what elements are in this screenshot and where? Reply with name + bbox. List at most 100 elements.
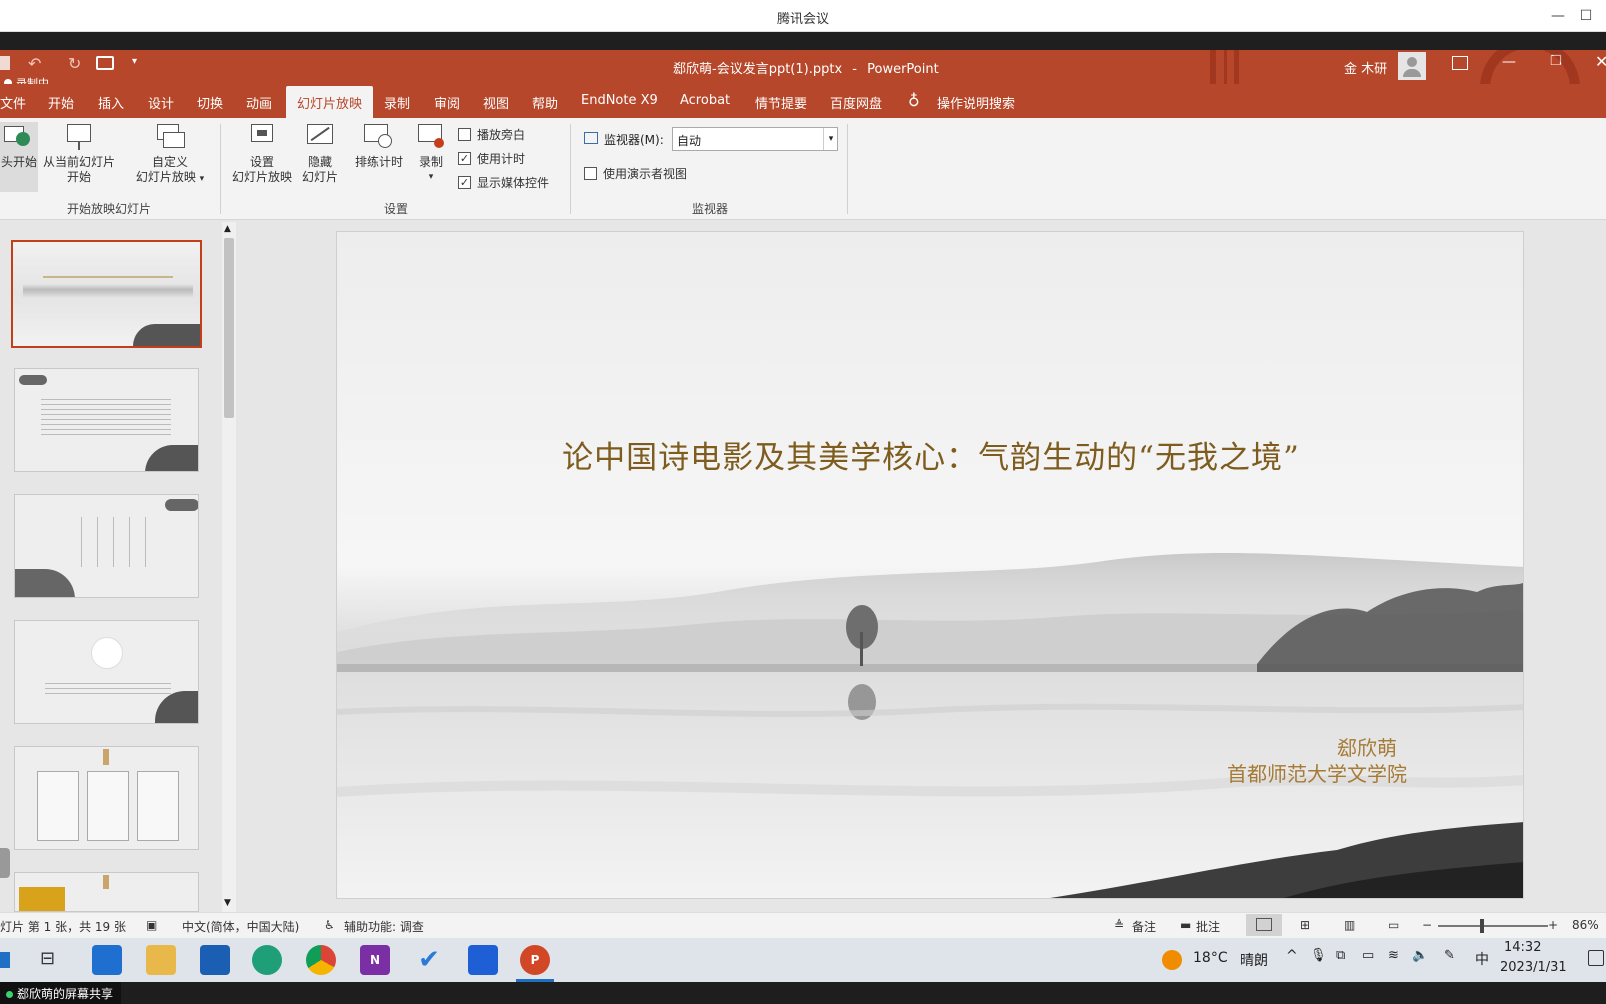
task-view-icon[interactable]: ⊟: [40, 948, 55, 969]
tab-home[interactable]: 开始: [48, 93, 74, 112]
maximize-icon[interactable]: ☐: [1576, 6, 1596, 26]
weather-temp[interactable]: 18°C: [1193, 950, 1228, 966]
clock-time[interactable]: 14:32: [1504, 940, 1541, 955]
ribbon-display-icon[interactable]: [1452, 56, 1468, 70]
tab-transitions[interactable]: 切换: [197, 93, 223, 112]
present-icon[interactable]: [96, 56, 114, 70]
accessibility-status[interactable]: 辅助功能: 调查: [344, 918, 424, 935]
redo-icon[interactable]: ↻: [68, 54, 81, 73]
save-icon[interactable]: [0, 56, 10, 70]
volume-icon[interactable]: 🔈: [1412, 948, 1428, 963]
tab-design[interactable]: 设计: [148, 93, 174, 112]
weather-desc[interactable]: 晴朗: [1240, 950, 1268, 970]
slide-sorter-icon[interactable]: ⊞: [1300, 918, 1310, 932]
tab-insert[interactable]: 插入: [98, 93, 124, 112]
comments-icon[interactable]: ▬: [1180, 918, 1191, 932]
slide-thumbnail[interactable]: [14, 746, 199, 850]
store-icon[interactable]: [200, 945, 230, 975]
slide-thumbnail[interactable]: [14, 872, 199, 912]
tab-acrobat[interactable]: Acrobat: [680, 93, 730, 108]
use-timings-checkbox[interactable]: ✓ 使用计时: [458, 150, 525, 167]
record-chevron-icon[interactable]: ▾: [410, 170, 452, 185]
checkbox-play-narration[interactable]: [458, 128, 471, 141]
tab-storyboard[interactable]: 情节提要: [755, 93, 807, 112]
ime-indicator[interactable]: 中: [1475, 949, 1489, 969]
checkbox-presenter-view[interactable]: [584, 167, 597, 180]
rehearse-timings-button[interactable]: 排练计时: [350, 122, 408, 170]
weather-icon[interactable]: [1162, 950, 1182, 970]
zoom-slider-thumb[interactable]: [1480, 919, 1484, 933]
minimize-icon[interactable]: —: [1548, 6, 1568, 26]
edge-icon[interactable]: [252, 945, 282, 975]
chevron-up-icon[interactable]: ^: [1286, 948, 1298, 964]
tab-view[interactable]: 视图: [483, 93, 509, 112]
tell-me-search[interactable]: 操作说明搜索: [937, 93, 1015, 112]
slide-thumbnail[interactable]: [11, 240, 202, 348]
slide-canvas[interactable]: 论中国诗电影及其美学核心：气韵生动的“无我之境” 郄欣萌 首都师范大学文学院: [336, 231, 1524, 899]
show-media-checkbox[interactable]: ✓ 显示媒体控件: [458, 174, 549, 191]
slide-thumbnail[interactable]: [14, 620, 199, 724]
slide-title[interactable]: 论中国诗电影及其美学核心：气韵生动的“无我之境”: [337, 432, 1523, 477]
zoom-in-icon[interactable]: +: [1548, 918, 1558, 932]
normal-view-button[interactable]: [1246, 914, 1282, 936]
tab-help[interactable]: 帮助: [532, 93, 558, 112]
spellcheck-icon[interactable]: ▣: [146, 918, 157, 932]
slide-author[interactable]: 郄欣萌: [1267, 732, 1467, 761]
tab-review[interactable]: 审阅: [434, 93, 460, 112]
side-panel-handle[interactable]: [0, 848, 10, 878]
tencent-meeting-icon[interactable]: [468, 945, 498, 975]
chrome-icon[interactable]: [306, 945, 336, 975]
zoom-level[interactable]: 86%: [1572, 918, 1599, 932]
reading-view-icon[interactable]: ▥: [1344, 918, 1355, 932]
wifi-icon[interactable]: ≋: [1388, 948, 1399, 963]
slide-thumbnail[interactable]: [14, 494, 199, 598]
scrollbar-thumb[interactable]: [224, 238, 234, 418]
setup-slideshow-button[interactable]: 设置 幻灯片放映: [228, 122, 296, 185]
notification-icon[interactable]: [1588, 950, 1604, 966]
tab-baidu[interactable]: 百度网盘: [830, 93, 882, 112]
scroll-up-icon[interactable]: ▲: [224, 224, 231, 234]
notes-icon[interactable]: ≜: [1114, 918, 1124, 932]
zoom-slider[interactable]: [1438, 919, 1548, 933]
from-current-button[interactable]: 从当前幻灯片 开始: [40, 122, 118, 185]
microphone-icon[interactable]: 🎙: [1310, 948, 1327, 963]
hide-slide-button[interactable]: 隐藏 幻灯片: [296, 122, 344, 185]
custom-slideshow-button[interactable]: 自定义 幻灯片放映 ▾: [130, 122, 210, 187]
powerpoint-icon[interactable]: P: [520, 945, 550, 975]
accessibility-icon[interactable]: ♿: [324, 918, 335, 932]
monitor-select[interactable]: 自动 ▾: [672, 127, 838, 151]
customize-qat-icon[interactable]: ▾: [132, 56, 137, 67]
thumbnail-pane[interactable]: ▲ ▼: [0, 220, 236, 912]
language-status[interactable]: 中文(简体，中国大陆): [182, 918, 299, 935]
undo-icon[interactable]: ↶: [28, 54, 41, 73]
todo-icon[interactable]: ✔: [414, 945, 444, 975]
notes-button[interactable]: 备注: [1132, 918, 1156, 935]
play-narration-checkbox[interactable]: 播放旁白: [458, 126, 525, 143]
slide-thumbnail[interactable]: [14, 368, 199, 472]
battery-icon[interactable]: ▭: [1362, 948, 1374, 963]
clock-date[interactable]: 2023/1/31: [1500, 960, 1567, 975]
mail-icon[interactable]: [92, 945, 122, 975]
checkbox-show-media[interactable]: ✓: [458, 176, 471, 189]
slideshow-view-icon[interactable]: ▭: [1388, 918, 1399, 932]
tab-slideshow[interactable]: 幻灯片放映: [286, 86, 374, 118]
user-name[interactable]: 金 木研: [1344, 58, 1387, 77]
from-beginning-button[interactable]: 头开始: [0, 122, 38, 192]
tab-animations[interactable]: 动画: [246, 93, 272, 112]
scroll-down-icon[interactable]: ▼: [224, 898, 231, 908]
onenote-icon[interactable]: N: [360, 945, 390, 975]
tab-endnote[interactable]: EndNote X9: [581, 93, 658, 108]
slide-school[interactable]: 首都师范大学文学院: [1137, 758, 1523, 787]
file-explorer-icon[interactable]: [146, 945, 176, 975]
presenter-view-checkbox[interactable]: 使用演示者视图: [584, 165, 687, 182]
checkbox-use-timings[interactable]: ✓: [458, 152, 471, 165]
ppt-close-icon[interactable]: ✕: [1595, 52, 1606, 71]
zoom-out-icon[interactable]: −: [1422, 918, 1432, 932]
pen-icon[interactable]: ✎: [1444, 948, 1455, 963]
start-icon[interactable]: [0, 952, 10, 968]
tab-record[interactable]: 录制: [384, 93, 410, 112]
screen-icon[interactable]: ⧉: [1336, 948, 1345, 963]
thumbnail-scrollbar[interactable]: ▲ ▼: [222, 222, 236, 912]
chevron-down-icon[interactable]: ▾: [823, 128, 838, 150]
tab-file[interactable]: 文件: [0, 93, 26, 112]
